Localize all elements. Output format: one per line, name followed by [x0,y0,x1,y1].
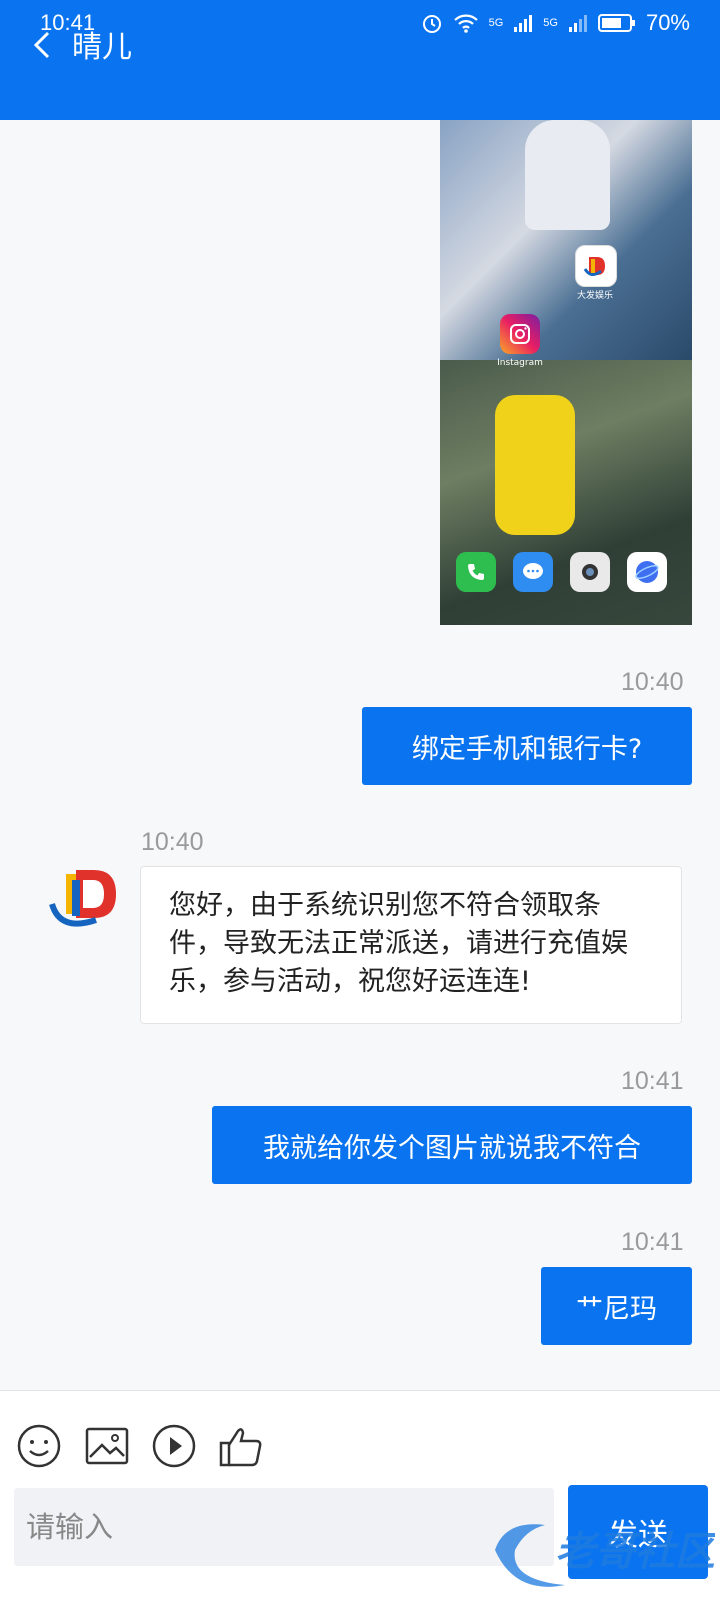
watermark-text: 老哥社区 [555,1529,715,1575]
phone-app-icon [456,552,496,592]
message-time: 10:41 [621,1228,684,1256]
back-arrow-icon[interactable] [28,30,58,60]
message-bubble-outgoing[interactable]: 我就给你发个图片就说我不符合 [212,1106,692,1184]
browser-app-icon [627,552,667,592]
dafa-app-label: 大发娱乐 [576,291,613,301]
signal-icon [568,15,587,32]
message-time: 10:40 [621,668,684,696]
app-header: 10:41 5G 5G 70% 晴儿 [0,0,720,120]
shared-image[interactable]: 大发娱乐 Instagram [440,120,692,625]
battery-icon [597,14,635,32]
alarm-icon [422,15,441,33]
network-label-1: 5G [488,17,504,29]
signal-icon [514,15,533,32]
message-text: 艹尼玛 [576,1293,657,1325]
message-input[interactable] [14,1488,554,1566]
message-bubble-incoming[interactable]: 您好，由于系统识别您不符合领取条件，导致无法正常派送，请进行充值娱乐，参与活动，… [140,866,682,1024]
messages-app-icon [513,552,553,592]
network-label-2: 5G [543,17,558,29]
image-icon[interactable] [84,1423,130,1469]
camera-app-icon [570,552,610,592]
message-time: 10:41 [621,1067,684,1095]
message-text: 您好，由于系统识别您不符合领取条件，导致无法正常派送，请进行充值娱乐，参与活动，… [169,890,628,997]
chat-title: 晴儿 [72,30,132,65]
thumbs-up-icon[interactable] [218,1423,264,1469]
dafa-app-icon [575,245,617,287]
watermark-logo: 老哥社区 [495,1524,715,1587]
status-bar-right: 5G 5G 70% [421,10,690,36]
instagram-app-icon [500,314,540,354]
message-text: 绑定手机和银行卡? [411,733,643,765]
message-text: 我就给你发个图片就说我不符合 [263,1132,641,1164]
video-play-icon[interactable] [151,1423,197,1469]
image-figure [495,395,575,535]
instagram-app-label: Instagram [497,358,543,368]
message-time: 10:40 [141,828,204,856]
sender-avatar-logo [49,870,116,927]
message-bubble-outgoing[interactable]: 绑定手机和银行卡? [362,707,692,785]
battery-percent: 70% [645,10,690,35]
wifi-icon [453,14,478,33]
image-figure [525,120,610,230]
message-bubble-outgoing[interactable]: 艹尼玛 [541,1267,692,1345]
emoji-icon[interactable] [16,1423,62,1469]
